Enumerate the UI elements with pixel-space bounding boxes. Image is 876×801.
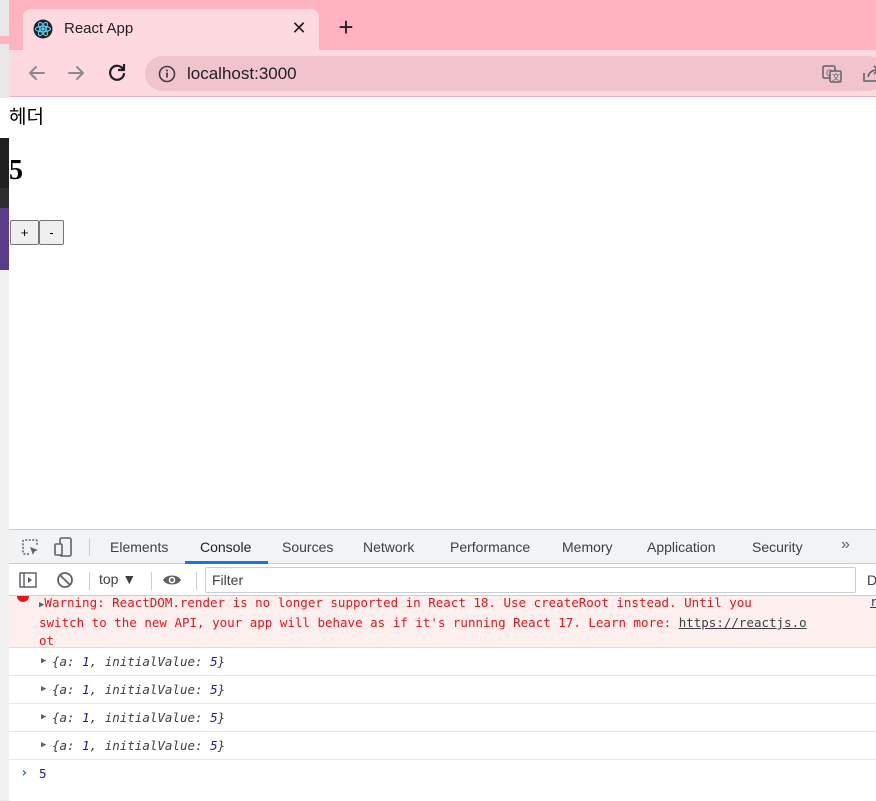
screen: React App ✕ + localhost:3000 文 헤더 5 + - … <box>0 0 876 801</box>
expand-triangle-icon[interactable]: ▶ <box>41 712 46 722</box>
tab-react-app[interactable]: React App ✕ <box>23 9 319 50</box>
console-result-row: › 5 <box>9 760 876 786</box>
tab-memory[interactable]: Memory <box>562 539 613 555</box>
warning-line-2: switch to the new API, your app will beh… <box>39 615 679 630</box>
console-output: ▶ Warning: ReactDOM.render is no longer s… <box>9 596 876 801</box>
console-log-row[interactable]: ▶ {a: 1, initialValue: 5} <box>9 648 876 676</box>
device-toolbar-icon[interactable] <box>54 537 72 557</box>
devtools-tab-bar: Elements Console Sources Network Perform… <box>9 530 876 564</box>
log-levels-dropdown[interactable]: D <box>867 572 876 588</box>
expand-triangle-icon[interactable]: ▶ <box>41 656 46 666</box>
log-object: {a: 1, initialValue: 5} <box>52 738 226 753</box>
url-text[interactable]: localhost:3000 <box>187 64 297 84</box>
warning-line-3: ot <box>39 633 55 648</box>
tab-application[interactable]: Application <box>647 539 716 555</box>
expand-triangle-icon[interactable]: ▶ <box>41 740 46 750</box>
tab-title: React App <box>64 20 134 37</box>
console-filter-input[interactable] <box>205 567 856 593</box>
console-log-row[interactable]: ▶ {a: 1, initialValue: 5} <box>9 676 876 704</box>
inspect-element-icon[interactable] <box>21 538 39 556</box>
toolbar-divider <box>151 572 152 590</box>
page-header: 헤더 <box>9 106 44 128</box>
forward-arrow-icon[interactable] <box>63 60 89 86</box>
tab-sources[interactable]: Sources <box>282 539 333 555</box>
tab-console[interactable]: Console <box>200 539 251 555</box>
new-tab-button[interactable]: + <box>334 14 358 40</box>
live-expression-eye-icon[interactable] <box>162 572 182 588</box>
log-object: {a: 1, initialValue: 5} <box>52 682 226 697</box>
increment-button[interactable]: + <box>10 220 39 245</box>
reload-icon[interactable] <box>104 60 130 86</box>
console-warning-message[interactable]: ▶Warning: ReactDOM.render is no longer s… <box>9 596 876 648</box>
tab-performance[interactable]: Performance <box>450 539 530 555</box>
log-object: {a: 1, initialValue: 5} <box>52 710 226 725</box>
share-icon[interactable] <box>861 64 876 84</box>
log-object: {a: 1, initialValue: 5} <box>52 654 226 669</box>
console-log-row[interactable]: ▶ {a: 1, initialValue: 5} <box>9 732 876 760</box>
react-logo-icon <box>33 19 53 39</box>
context-selector[interactable]: top ▼ <box>99 571 136 587</box>
devtools-panel: Elements Console Sources Network Perform… <box>9 529 876 801</box>
tab-strip: React App ✕ + <box>9 0 876 50</box>
decrement-button[interactable]: - <box>39 220 64 245</box>
close-tab-icon[interactable]: ✕ <box>288 17 310 39</box>
background-window-strip <box>0 0 9 801</box>
info-icon[interactable] <box>158 65 176 83</box>
address-bar[interactable]: localhost:3000 G 文 <box>145 56 876 91</box>
result-value: 5 <box>39 766 47 781</box>
toolbar-divider <box>89 572 90 590</box>
console-log-row[interactable]: ▶ {a: 1, initialValue: 5} <box>9 704 876 732</box>
expand-triangle-icon[interactable]: ▶ <box>41 684 46 694</box>
tab-security[interactable]: Security <box>752 539 803 555</box>
error-icon <box>17 596 29 602</box>
result-chevron-icon: › <box>20 765 29 781</box>
console-sidebar-icon[interactable] <box>19 571 37 589</box>
warning-doc-link[interactable]: https://reactjs.o <box>679 615 807 630</box>
count-value: 5 <box>9 155 23 186</box>
console-toolbar: top ▼ D <box>9 564 876 596</box>
warning-text: ▶Warning: ReactDOM.render is no longer s… <box>39 596 869 650</box>
warning-line-1: Warning: ReactDOM.render is no longer su… <box>44 596 752 610</box>
browser-toolbar: localhost:3000 G 文 <box>9 50 876 96</box>
svg-text:文: 文 <box>832 72 840 82</box>
toolbar-divider <box>89 538 90 556</box>
back-arrow-icon[interactable] <box>24 60 50 86</box>
browser-window: React App ✕ + localhost:3000 文 헤더 5 + - … <box>9 0 876 801</box>
tab-network[interactable]: Network <box>363 539 414 555</box>
toolbar-divider <box>196 572 197 590</box>
more-tabs-icon[interactable]: » <box>841 536 850 554</box>
translate-icon[interactable]: G 文 <box>822 64 842 84</box>
tab-elements[interactable]: Elements <box>110 539 168 555</box>
clear-console-icon[interactable] <box>56 571 74 589</box>
warning-source-link[interactable]: r <box>870 596 876 609</box>
page-viewport: 헤더 5 + - <box>9 96 876 529</box>
